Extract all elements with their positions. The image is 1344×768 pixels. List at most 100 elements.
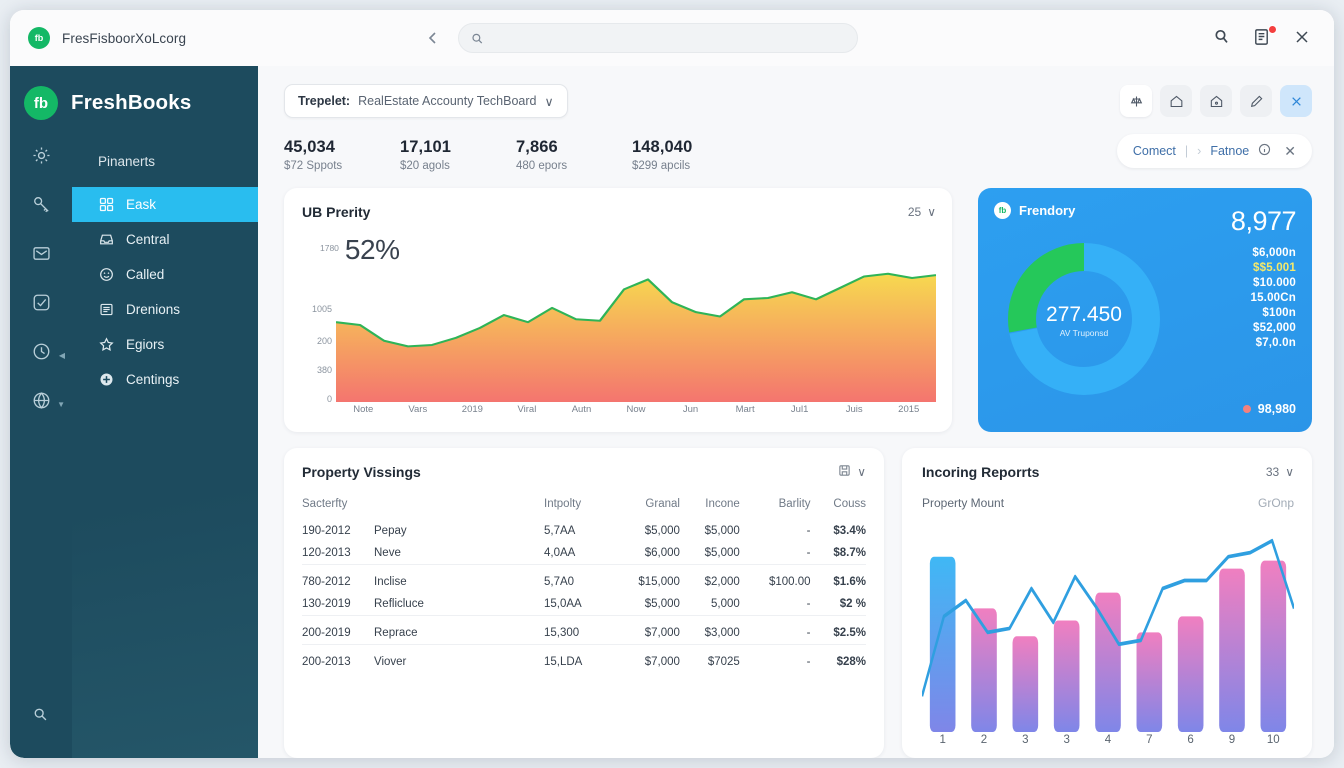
omnibox[interactable] [458, 23, 858, 53]
table-cell-intpolty: 5,7A0 [544, 564, 610, 593]
plus-circle-icon [98, 371, 115, 388]
table-cell-incone: $5,000 [704, 525, 740, 537]
column-header: Intpolty [544, 498, 582, 510]
table-cell-barlity: - [806, 525, 811, 537]
donut-brand: fb Frendory [994, 202, 1075, 219]
sidebar-item-called[interactable]: Called [72, 257, 258, 292]
table-cell-couss: $2.5% [810, 615, 866, 645]
bottom-cards-row: Property Vissings ∨ Sacterfty Intpolty G… [284, 448, 1312, 758]
sidebar-item-label: Centings [126, 372, 180, 387]
sidebar-item-eask[interactable]: Eask [72, 187, 258, 222]
y-tick: 380 [316, 364, 332, 375]
sidebar-item-centings[interactable]: Centings [72, 362, 258, 397]
omnibox-input[interactable] [491, 31, 845, 45]
mail-icon[interactable] [26, 238, 56, 268]
metric-card: 148,040 $299 apcils [632, 138, 748, 172]
table-cell-name: Neve [374, 547, 401, 559]
home-button[interactable] [1160, 85, 1192, 117]
sidebar-item-drenions[interactable]: Drenions [72, 292, 258, 327]
sidebar-item-label: Eask [126, 197, 157, 212]
search-icon[interactable] [1212, 27, 1234, 49]
column-header: Sacterfty [302, 498, 348, 510]
table-cell-granal: $7,000 [609, 644, 680, 673]
table-row[interactable]: 190-2012 Pepay 5,7AA $5,000 $5,000 - $3.4% [302, 520, 866, 542]
table-cell-date: 130-2019 [302, 598, 351, 610]
table-cell-incone: 5,000 [711, 598, 740, 610]
x-tick-label: 2019 [461, 404, 483, 415]
bar [1260, 560, 1287, 732]
bars-sub-left: Property Mount [922, 496, 1005, 510]
sidebar-item-label: Called [126, 267, 165, 282]
card-header-actions[interactable]: 25 ∨ [908, 205, 936, 219]
table-row[interactable]: 130-2019 Reflicluce 15,0AA $5,000 5,000 - $2 % [302, 593, 866, 616]
table-row[interactable]: 200-2013 Viover 15,LDA $7,000 $7025- $28% [302, 644, 866, 673]
smiley-icon [98, 266, 115, 283]
table-cell-intpolty: 5,7AA [544, 525, 576, 537]
table-cell-date: 190-2012 [302, 525, 351, 537]
card-header: Incoring Reporrts 33 ∨ [922, 464, 1294, 480]
bars-subheader: Property Mount GrOnp [922, 496, 1294, 510]
x-tick-label: Vars [408, 404, 428, 415]
sidebar-item-central[interactable]: Central [72, 222, 258, 257]
icon-rail: ◀ ▼ [10, 66, 72, 758]
status-badge[interactable]: Comect | › Fatnoe ✕ [1116, 134, 1312, 168]
sidebar-item-label: Drenions [126, 302, 181, 317]
balance-button[interactable] [1120, 85, 1152, 117]
metric-label: 480 epors [516, 160, 568, 172]
table-cell-barlity: - [739, 644, 811, 673]
settings-gear-icon[interactable] [26, 140, 56, 170]
close-icon[interactable]: ✕ [1284, 143, 1296, 160]
svg-text:277.450: 277.450 [1046, 303, 1122, 326]
table-row[interactable]: 780-2012 Inclise 5,7A0 $15,000 $2,000 $100.00… [302, 564, 866, 593]
search-icon [472, 33, 483, 44]
globe-icon[interactable]: ▼ [26, 385, 65, 415]
reports-chart-card: Incoring Reporrts 33 ∨ Property Mount Gr… [902, 448, 1312, 758]
bar-x-label: 7 [1146, 734, 1153, 746]
area-series [335, 266, 937, 402]
card-header-actions[interactable]: ∨ [838, 464, 866, 480]
metric-value: 45,034 [284, 138, 336, 156]
card-header: UB Prerity 25 ∨ [302, 204, 936, 220]
brand: fb FreshBooks [24, 80, 258, 120]
close-button[interactable] [1280, 85, 1312, 117]
table-cell-name: Pepay [374, 525, 407, 537]
bar [1177, 616, 1204, 732]
sidebar-item-label: Central [126, 232, 170, 247]
sidebar-item-egiors[interactable]: Egiors [72, 327, 258, 362]
table-row[interactable]: 200-2019 Reprace 15,300 $7,000 $3,000- $2.5% [302, 615, 866, 645]
top-cards-row: UB Prerity 25 ∨ 1780 52% 1005 200 380 0 … [284, 188, 1312, 432]
table-cell-intpolty: 15,300 [544, 615, 610, 645]
bar [1219, 568, 1245, 732]
check-square-icon[interactable] [26, 287, 56, 317]
table-cell-granal: $15,000 [609, 564, 680, 593]
key-icon[interactable] [26, 189, 56, 219]
x-tick-label: Now [626, 404, 646, 415]
column-header: Incone [705, 498, 740, 510]
clock-icon[interactable]: ◀ [26, 336, 65, 366]
close-icon[interactable] [1292, 27, 1314, 49]
card-header-actions[interactable]: 33 ∨ [1266, 465, 1294, 479]
table-cell-name: Reflicluce [374, 598, 424, 610]
table-row[interactable]: 120-2013 Neve 4,0AA $6,000 $5,000 - $8.7% [302, 542, 866, 565]
lock-button[interactable] [1200, 85, 1232, 117]
search-icon[interactable] [26, 700, 56, 730]
donut-chart: 277.450 AV Truponsd [994, 202, 1174, 418]
x-tick-label: Autn [571, 404, 592, 415]
project-selector[interactable]: Trepelet: RealEstate Accounty TechBoard … [284, 84, 568, 118]
table-cell-incone: $3,000 [679, 615, 740, 645]
save-icon[interactable] [838, 464, 851, 480]
bar-x-label: 4 [1104, 734, 1112, 746]
area-chart-plot: 1005 200 380 0 Note Vars 2019 Viral Autn… [302, 260, 937, 424]
status-secondary: Fatnoe [1210, 144, 1250, 158]
back-button[interactable] [420, 25, 446, 51]
site-url: FresFisboorXoLcorg [62, 30, 187, 46]
x-tick-label: Jul1 [790, 404, 809, 415]
info-icon[interactable] [1258, 143, 1271, 159]
bars-plot [922, 520, 1294, 732]
edit-button[interactable] [1240, 85, 1272, 117]
range-value: 33 [1265, 465, 1280, 479]
project-prefix: Trepelet: [298, 94, 351, 108]
project-name: RealEstate Accounty TechBoard [358, 94, 537, 108]
notes-icon[interactable] [1252, 25, 1277, 49]
table-cell-incone: $2,000 [679, 564, 740, 593]
